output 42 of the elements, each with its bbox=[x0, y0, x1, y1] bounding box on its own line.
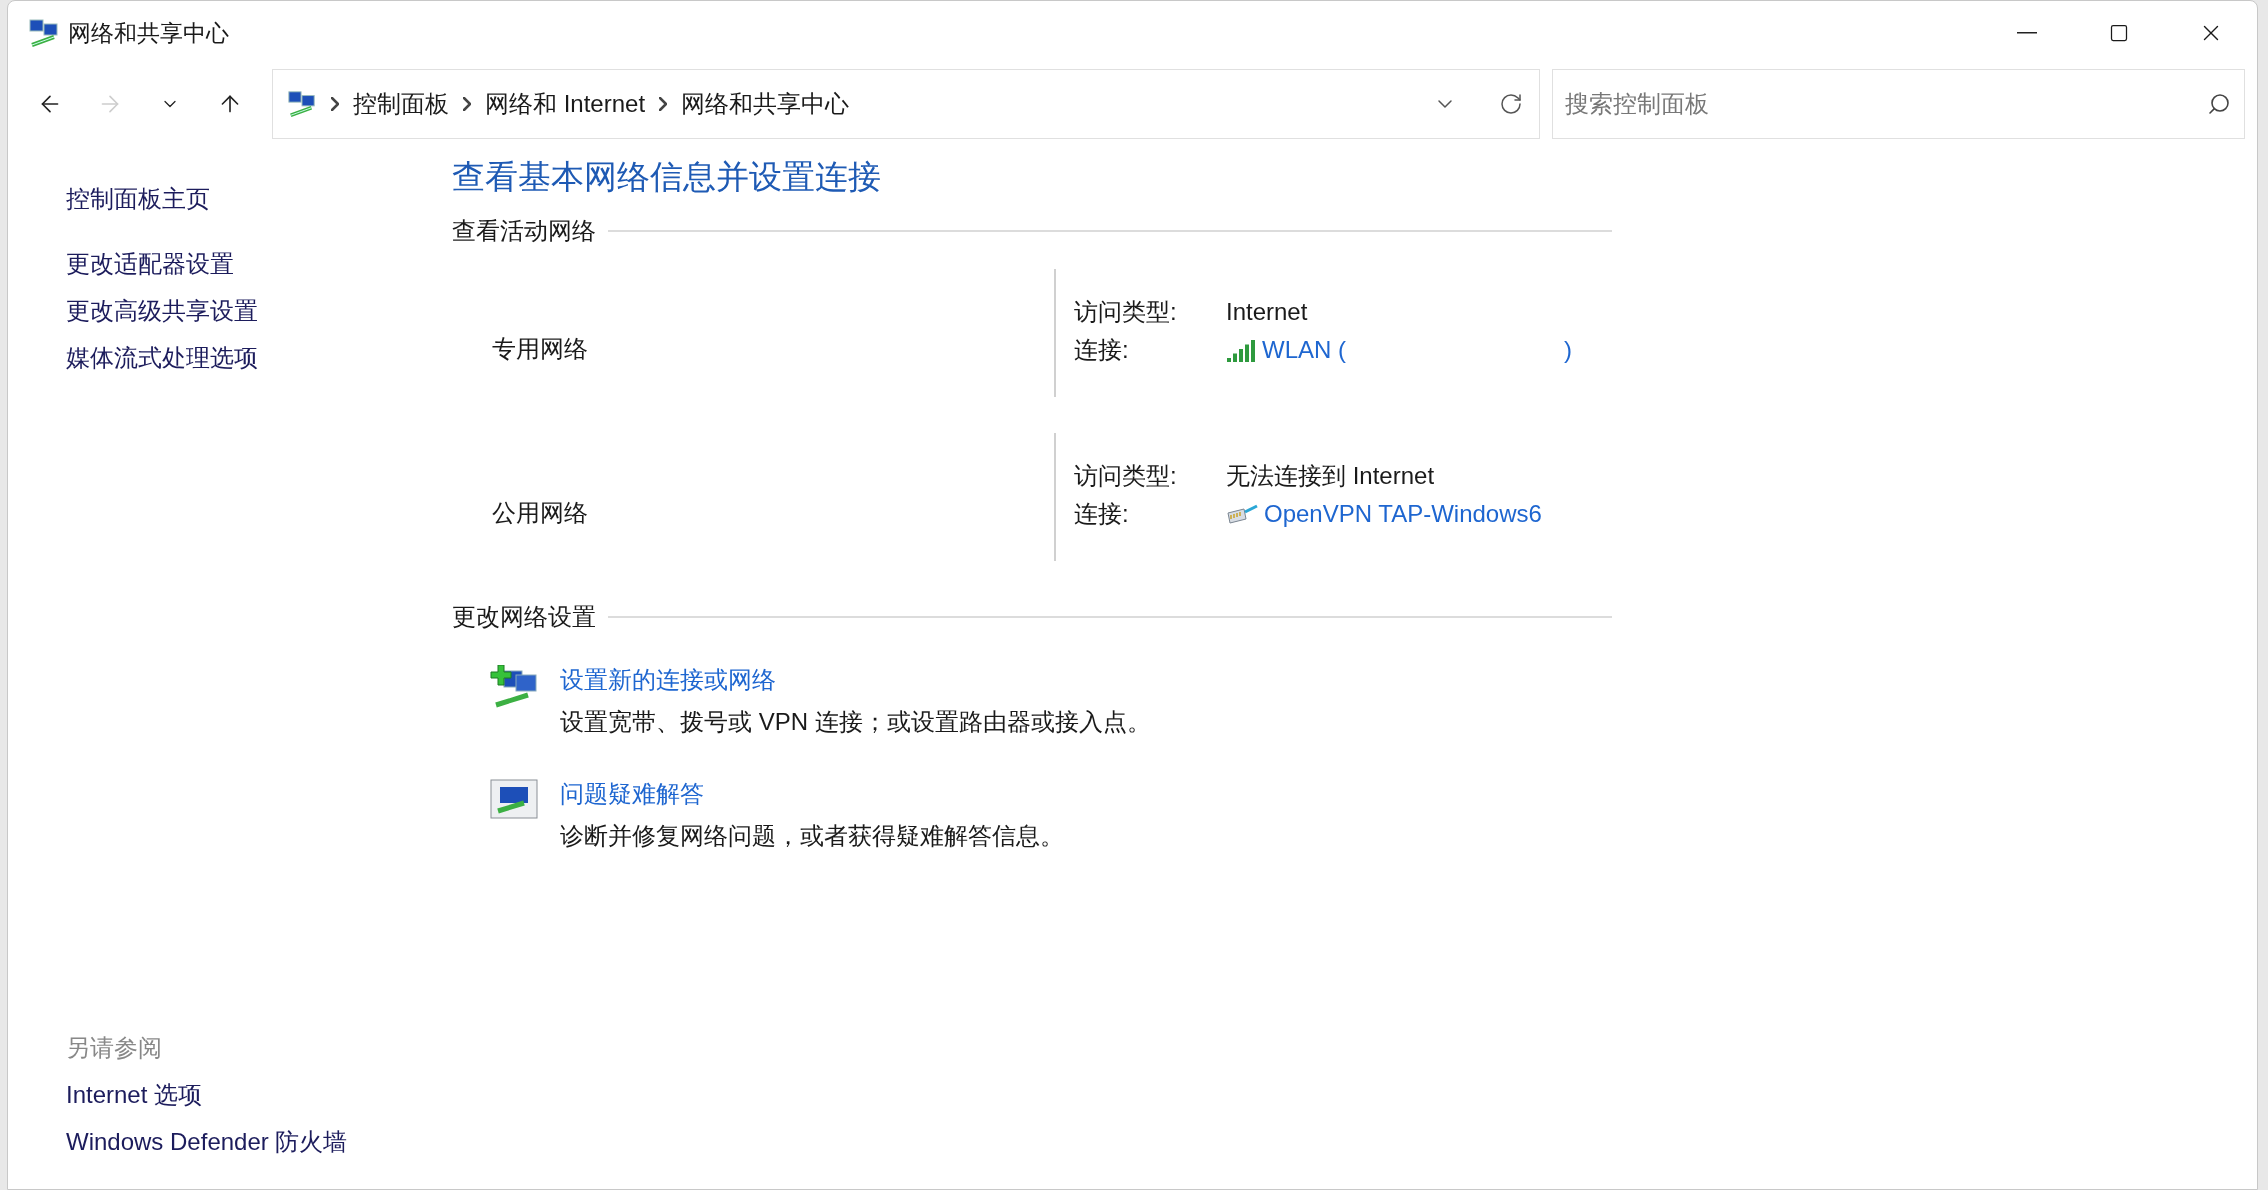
access-type-value: Internet bbox=[1226, 297, 1309, 327]
sidebar-link[interactable]: 更改适配器设置 bbox=[66, 246, 452, 281]
access-type-value: 无法连接到 Internet bbox=[1226, 461, 1436, 491]
field-label: 连接: bbox=[1074, 335, 1130, 365]
task-description: 设置宽带、拨号或 VPN 连接；或设置路由器或接入点。 bbox=[560, 707, 1151, 737]
section-heading: 更改网络设置 bbox=[452, 602, 596, 632]
maximize-icon bbox=[2109, 23, 2129, 43]
signal-bars-icon bbox=[1226, 338, 1256, 362]
breadcrumb-item[interactable]: 控制面板 bbox=[353, 86, 449, 122]
field-label: 连接: bbox=[1074, 499, 1130, 529]
window-title: 网络和共享中心 bbox=[68, 18, 229, 48]
sidebar-link[interactable]: 控制面板主页 bbox=[66, 181, 452, 216]
see-also-link[interactable]: Windows Defender 防火墙 bbox=[66, 1124, 452, 1159]
connection-link[interactable]: WLAN ( ) bbox=[1262, 332, 1572, 368]
network-monitors-icon bbox=[287, 89, 317, 119]
address-bar[interactable]: 控制面板 网络和 Internet 网络和共享中心 bbox=[272, 69, 1540, 139]
network-name: 专用网络 bbox=[492, 334, 588, 364]
task-link[interactable]: 设置新的连接或网络 bbox=[560, 663, 1151, 697]
breadcrumb-item[interactable]: 网络和共享中心 bbox=[681, 86, 850, 122]
troubleshoot-monitor-icon bbox=[490, 779, 538, 819]
search-icon[interactable] bbox=[2207, 92, 2231, 116]
see-also-link[interactable]: Internet 选项 bbox=[66, 1077, 452, 1112]
refresh-icon[interactable] bbox=[1499, 92, 1523, 116]
network-plug-icon bbox=[1226, 503, 1258, 525]
chevron-right-icon bbox=[463, 97, 471, 111]
connection-link[interactable]: OpenVPN TAP-Windows6 bbox=[1264, 496, 1542, 532]
chevron-right-icon bbox=[659, 97, 668, 111]
network-name: 公用网络 bbox=[492, 498, 588, 528]
page-heading: 查看基本网络信息并设置连接 bbox=[452, 157, 882, 197]
breadcrumb-item[interactable]: 网络和 Internet bbox=[485, 86, 646, 122]
task-description: 诊断并修复网络问题，或者获得疑难解答信息。 bbox=[560, 821, 1064, 851]
task-link[interactable]: 问题疑难解答 bbox=[560, 777, 1064, 811]
field-label: 访问类型: bbox=[1074, 297, 1178, 327]
chevron-right-icon bbox=[331, 97, 339, 111]
field-label: 访问类型: bbox=[1074, 461, 1178, 491]
network-monitors-icon bbox=[28, 17, 60, 49]
section-heading: 查看活动网络 bbox=[452, 216, 596, 246]
sidebar-link[interactable]: 媒体流式处理选项 bbox=[66, 340, 452, 375]
see-also-heading: 另请参阅 bbox=[66, 1033, 163, 1063]
sidebar-link[interactable]: 更改高级共享设置 bbox=[66, 293, 452, 328]
minimize-icon bbox=[2017, 32, 2037, 34]
search-field[interactable]: 搜索控制面板 bbox=[1552, 69, 2245, 139]
